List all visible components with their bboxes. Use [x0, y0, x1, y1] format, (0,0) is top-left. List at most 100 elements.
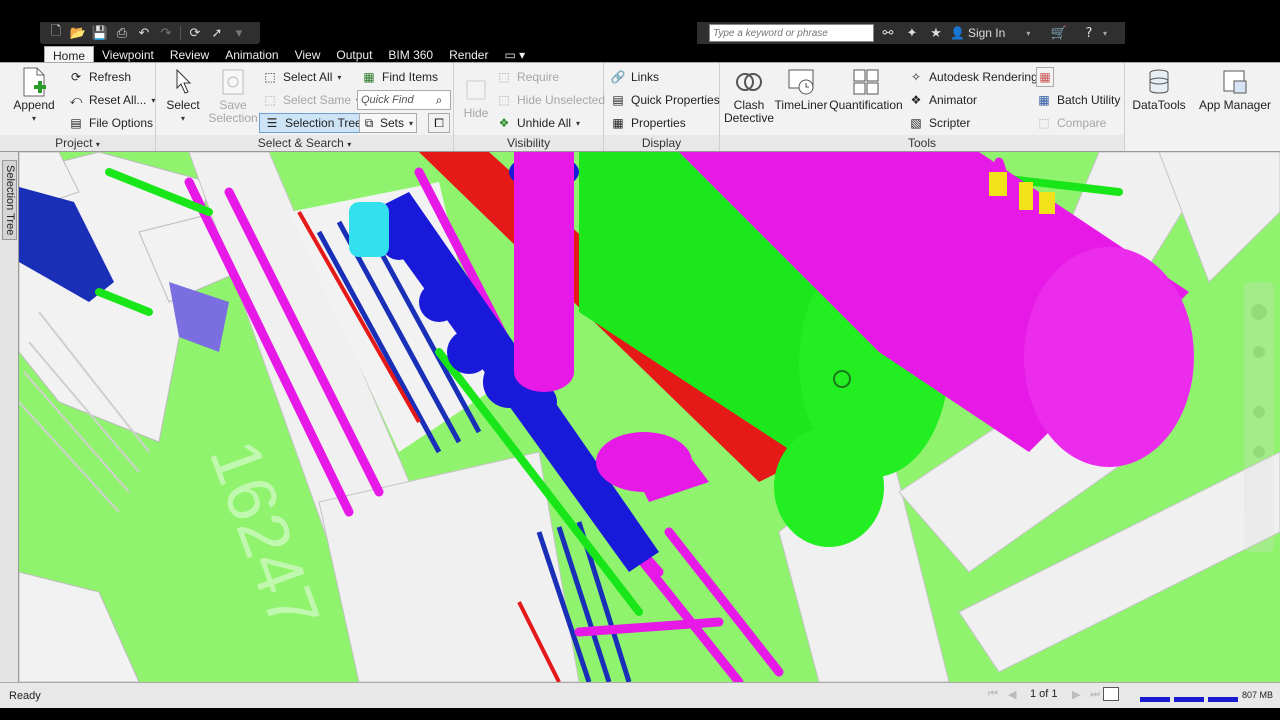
customize-icon[interactable]: ▾ [229, 24, 249, 42]
communication-icon[interactable]: ✦ [902, 26, 922, 41]
sets-icon: ⧉ [364, 115, 374, 130]
hide-label: Hide [463, 106, 489, 120]
properties-button[interactable]: ▦ Properties [610, 113, 685, 133]
database-icon [1144, 67, 1174, 97]
performance-web-icon [1208, 688, 1238, 702]
sets-dropdown[interactable]: ⧉ Sets ▾ [359, 113, 417, 133]
rendering-icon: ✧ [910, 70, 922, 84]
chevron-down-icon: ▾ [408, 118, 413, 128]
select-same-button[interactable]: ⬚Select Same▾ [262, 90, 360, 110]
batch-utility-button[interactable]: ▦ Batch Utility [1036, 90, 1120, 110]
chevron-down-icon: ▾ [180, 114, 185, 123]
animator-button[interactable]: ❖ Animator [908, 90, 977, 110]
find-items-button[interactable]: ▦ Find Items [361, 67, 438, 87]
require-button[interactable]: ⬚ Require [496, 67, 559, 87]
reset-all-button[interactable]: ⤺ Reset All... ▾ [68, 90, 156, 110]
refresh-icon: ⟳ [70, 70, 82, 84]
new-icon[interactable]: 🗋 [46, 24, 66, 42]
ribbon-tabs: Home Viewpoint Review Animation View Out… [0, 44, 1280, 64]
search-input[interactable] [709, 24, 874, 42]
bottom-strip [0, 708, 1280, 720]
quick-properties-label: Quick Properties [631, 93, 720, 107]
scripter-label: Scripter [929, 116, 971, 130]
refresh-icon[interactable]: ⟳ [185, 24, 205, 42]
panel-title-label: Select & Search [257, 136, 344, 150]
append-button[interactable]: Append ▾ [8, 67, 60, 125]
open-icon[interactable]: 📂 [68, 24, 88, 42]
refresh-button[interactable]: ⟳ Refresh [68, 67, 131, 87]
selection-tree-tab[interactable]: Selection Tree [2, 160, 17, 240]
search-icon[interactable]: ⌕ [431, 92, 447, 108]
quick-find-input[interactable]: Quick Find [361, 94, 426, 106]
panel-title-label: Project [55, 136, 93, 150]
title-bar: 🗋 📂 💾 ⎙ ↶ ↷ ⟳ ➚ ▾ ⚯ ✦ ★ 👤 Sign In ▾ 🛒 ? … [0, 0, 1280, 44]
properties-icon: ▦ [612, 116, 624, 130]
cart-icon[interactable]: 🛒 [1049, 26, 1069, 41]
compare-label: Compare [1057, 116, 1107, 130]
animator-icon: ❖ [910, 93, 922, 107]
select-button[interactable]: Select ▾ [162, 67, 204, 125]
manage-sets-button[interactable]: ⧠ [428, 113, 450, 133]
clash-detective-icon [734, 67, 764, 97]
quantification-button[interactable]: Quantification [828, 67, 904, 112]
favorites-star-icon[interactable]: ★ [926, 26, 946, 41]
next-page-icon[interactable]: ▶ [1072, 688, 1080, 701]
prev-sheet-icon[interactable]: ⏮ [988, 688, 998, 701]
select-all-button[interactable]: ⬚ Select All ▾ [262, 67, 341, 87]
binoculars-icon[interactable]: ⚯ [878, 26, 898, 41]
quick-properties-button[interactable]: ▤ Quick Properties [610, 90, 720, 110]
autodesk-rendering-button[interactable]: ✧ Autodesk Rendering [908, 67, 1038, 87]
scripter-button[interactable]: ▧ Scripter [908, 113, 970, 133]
app-manager-button[interactable]: App Manager [1195, 67, 1275, 112]
save-icon[interactable]: 💾 [90, 24, 110, 42]
unhide-all-button[interactable]: ❖ Unhide All ▾ [496, 113, 580, 133]
timeliner-label: TimeLiner [774, 98, 828, 112]
chevron-down-icon[interactable]: ▾ [1103, 29, 1107, 38]
quantification-icon [851, 67, 881, 97]
divider [180, 26, 181, 40]
panel-title-select-search[interactable]: Select & Search ▾ [156, 135, 453, 151]
sets-label: Sets [379, 116, 404, 130]
hide-unselected-label: Hide Unselected [517, 93, 606, 107]
links-button[interactable]: 🔗 Links [610, 67, 660, 87]
hide-unselected-button[interactable]: ⬚ Hide Unselected [496, 90, 605, 110]
link-icon: 🔗 [610, 70, 626, 84]
save-selection-label-2: Selection [208, 111, 258, 125]
chevron-down-icon: ▾ [1026, 28, 1031, 38]
clash-detective-button[interactable]: Clash Detective [722, 67, 776, 125]
file-options-button[interactable]: ▤ File Options [68, 113, 153, 133]
chevron-down-icon: ▾ [576, 118, 581, 128]
timeliner-button[interactable]: TimeLiner [774, 67, 828, 112]
scripter-icon: ▧ [910, 116, 922, 130]
save-selection-button[interactable]: Save Selection [208, 67, 258, 125]
require-icon: ⬚ [498, 70, 510, 84]
3d-viewport[interactable]: 16247 [19, 152, 1280, 682]
sign-in-button[interactable]: 👤 Sign In ▾ [950, 26, 1045, 40]
quick-find-field[interactable]: Quick Find ⌕ [357, 90, 451, 110]
select-icon[interactable]: ➚ [207, 24, 227, 42]
help-icon[interactable]: ? [1079, 26, 1099, 41]
panel-title-project[interactable]: Project ▾ [0, 135, 155, 151]
hide-button[interactable]: Hide [458, 67, 494, 120]
appearance-profiler-button[interactable]: ▦ [1036, 67, 1054, 87]
status-text: Ready [9, 690, 41, 702]
prev-page-icon[interactable]: ◀ [1008, 688, 1016, 701]
infocenter-bar: ⚯ ✦ ★ 👤 Sign In ▾ 🛒 ? ▾ [697, 22, 1125, 44]
user-icon: 👤 [950, 26, 965, 40]
datatools-button[interactable]: DataTools [1131, 67, 1187, 112]
undo-icon[interactable]: ↶ [134, 24, 154, 42]
compare-button[interactable]: ⬚ Compare [1036, 113, 1106, 133]
redo-icon[interactable]: ↷ [156, 24, 176, 42]
quick-properties-icon: ▤ [612, 93, 624, 107]
quantification-label: Quantification [829, 98, 903, 112]
print-icon[interactable]: ⎙ [112, 24, 132, 42]
selection-tree-button[interactable]: ☰ Selection Tree [259, 113, 367, 133]
next-sheet-icon[interactable]: ⏭ [1090, 688, 1100, 701]
panel-title-visibility: Visibility [454, 135, 603, 151]
chevron-down-icon: ▾ [31, 114, 36, 123]
sheet-browser-icon[interactable] [1103, 687, 1119, 701]
memory-usage: 807 MB [1242, 690, 1274, 700]
unhide-icon: ❖ [498, 116, 510, 130]
save-selection-icon [218, 67, 248, 97]
tree-icon: ☰ [266, 116, 278, 130]
